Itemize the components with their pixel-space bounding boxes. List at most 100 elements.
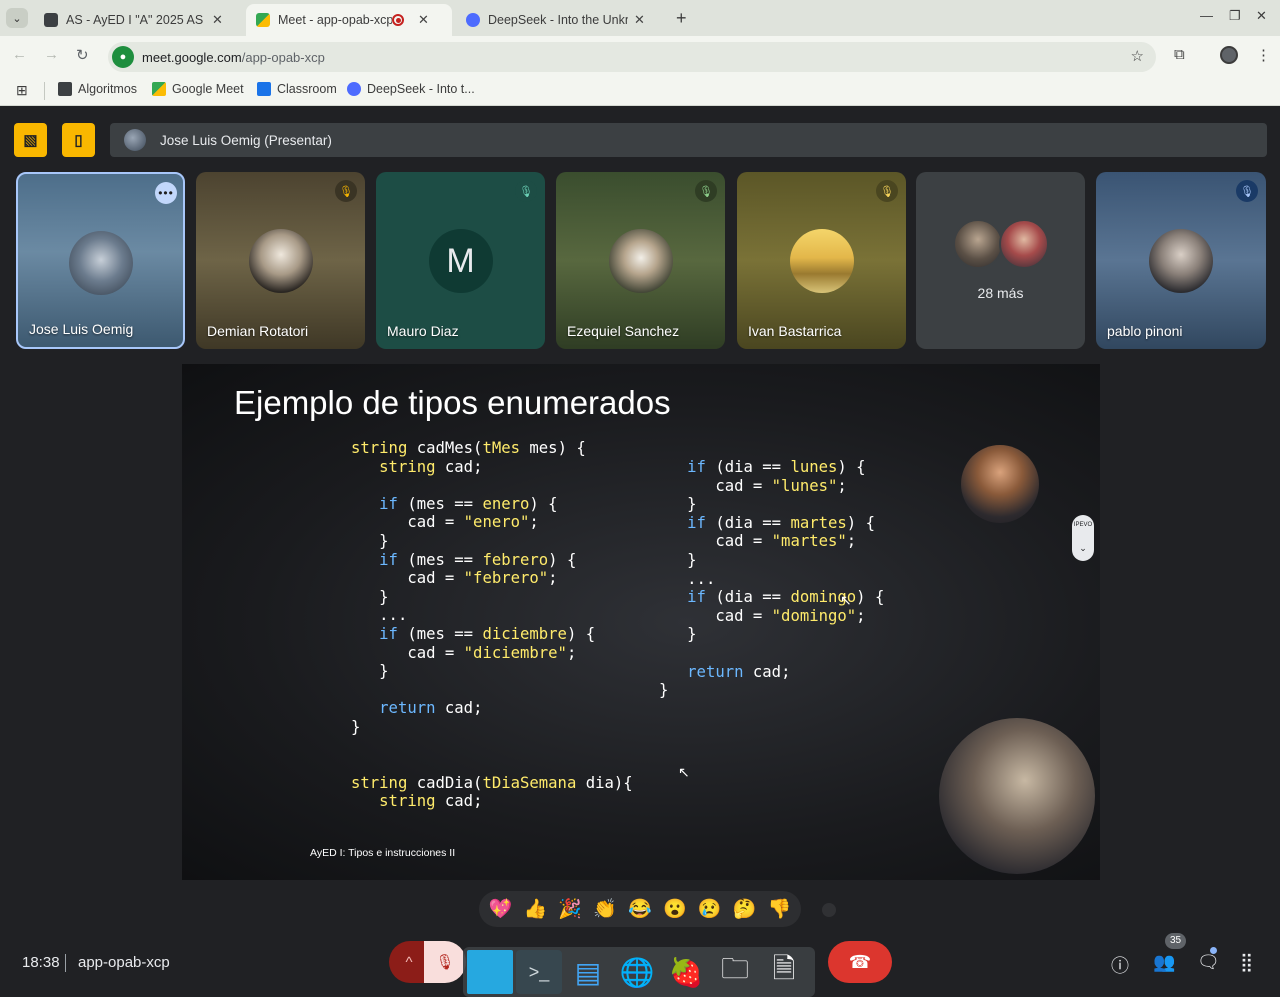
leave-call-button[interactable]: ☎ [828,941,892,983]
stop-presenting-button[interactable]: ▧ [14,123,47,157]
presentation-bar[interactable]: Jose Luis Oemig (Presentar) [110,123,1267,157]
audio-options-button[interactable]: ^ [389,941,429,983]
bookmark-deepseek[interactable]: DeepSeek - Into t... [347,82,475,96]
tab-meet[interactable]: Meet - app-opab-xcp ✕ [246,4,452,36]
reaction-heart[interactable]: 💖 [484,897,516,921]
participant-name: Ivan Bastarrica [748,323,842,339]
participant-name: Ezequiel Sanchez [567,323,680,339]
meet-icon [152,82,166,96]
people-icon[interactable]: 👥 [1153,952,1175,973]
meeting-code: app-opab-xcp [78,954,170,971]
desktop-app-icon[interactable] [467,950,513,994]
bookmarks-bar: ⊞ Algoritmos Google Meet Classroom DeepS… [0,76,1280,106]
bookmark-star-icon[interactable]: ☆ [1131,47,1144,65]
divider [65,954,66,972]
forward-icon[interactable]: → [44,46,59,63]
microphone-icon[interactable]: ● [112,46,134,68]
avatar [608,229,673,293]
shared-screen: Ejemplo de tipos enumerados string cadMe… [182,364,1100,880]
url-text: meet.google.com/app-opab-xcp [142,50,325,65]
tab-search-button[interactable]: ⌄ [6,8,28,28]
tab-classroom[interactable]: AS - AyED I "A" 2025 AS - Al ✕ [34,4,244,36]
close-icon[interactable]: ✕ [212,12,223,28]
reaction-thumbs-up[interactable]: 👍 [519,897,551,921]
presenter-avatar [124,129,146,151]
avatar [953,219,1003,269]
strawberry-app-icon[interactable]: 🍓 [663,950,709,994]
reaction-thinking[interactable]: 🤔 [729,897,761,921]
activities-grid-icon[interactable]: ⣿ [1240,952,1253,973]
reaction-thumbs-down[interactable]: 👎 [763,897,795,921]
presenting-label: Jose Luis Oemig (Presentar) [160,132,332,148]
participant-tile[interactable]: 🎙 pablo pinoni [1096,172,1266,349]
apps-grid-icon[interactable]: ⊞ [16,82,28,99]
new-tab-button[interactable]: + [676,8,687,29]
reaction-party[interactable]: 🎉 [554,897,586,921]
avatar [999,219,1049,269]
participant-name: Jose Luis Oemig [29,321,134,337]
chevron-down-icon[interactable]: ⌄ [1079,543,1087,554]
participant-name: Demian Rotatori [207,323,309,339]
slide-title: Ejemplo de tipos enumerados [234,384,671,421]
mic-off-icon: 🎙 [876,180,898,202]
participant-tile[interactable]: 🎙 Ivan Bastarrica [737,172,906,349]
classroom-favicon-icon [44,13,58,27]
participant-name: Mauro Diaz [387,323,459,339]
reactions-bar: 💖 👍 🎉 👏 😂 😮 😢 🤔 👎 [479,891,801,927]
url-path: /app-opab-xcp [241,49,325,65]
participant-tile[interactable]: ••• Jose Luis Oemig [16,172,185,349]
close-window-icon[interactable]: ✕ [1256,8,1267,24]
reaction-surprised[interactable]: 😮 [659,897,691,921]
bookmark-label: Google Meet [172,82,244,96]
address-bar[interactable]: ● meet.google.com/app-opab-xcp ☆ [108,42,1156,72]
reload-icon[interactable]: ↻ [76,46,89,64]
bookmark-classroom[interactable]: Classroom [257,82,337,96]
meeting-time: 18:38 [22,954,60,971]
tab-strip: ⌄ AS - AyED I "A" 2025 AS - Al ✕ Meet - … [0,0,1280,36]
door-icon: ▯ [74,132,83,149]
url-host: meet.google.com [142,49,242,65]
back-icon[interactable]: ← [12,46,27,63]
reaction-clap[interactable]: 👏 [589,897,621,921]
avatar [68,231,133,295]
document-app-icon[interactable]: 🗎 [761,950,807,994]
bookmark-google-meet[interactable]: Google Meet [152,82,244,96]
more-participants-tile[interactable]: 28 más [916,172,1085,349]
network-app-icon[interactable]: 🌐 [614,950,660,994]
close-icon[interactable]: ✕ [418,12,429,28]
reactions-more-icon[interactable] [822,903,836,917]
presenter-webcam-small [961,445,1039,523]
terminal-app-icon[interactable]: >_ [516,950,562,994]
mic-toggle-button[interactable]: 🎙 [424,941,466,983]
ipevo-widget[interactable]: IPEVO ⌄ [1072,515,1094,561]
bookmark-divider [44,82,45,100]
layout-button[interactable]: ▯ [62,123,95,157]
participant-tile[interactable]: 🎙 Demian Rotatori [196,172,365,349]
ipevo-label: IPEVO [1073,522,1093,529]
participant-tile[interactable]: 🎙 M Mauro Diaz [376,172,545,349]
bookmark-icon [58,82,72,96]
folder-app-icon[interactable]: 🗀 [712,950,758,994]
profile-avatar[interactable] [1220,46,1238,64]
reaction-laugh[interactable]: 😂 [624,897,656,921]
bookmark-algoritmos[interactable]: Algoritmos [58,82,137,96]
meeting-info-icon[interactable]: ⓘ [1111,952,1129,978]
chevron-up-icon: ^ [405,953,413,971]
extensions-icon[interactable]: ⧉ [1174,46,1185,63]
avatar [789,229,854,293]
close-icon[interactable]: ✕ [634,12,645,28]
mic-off-icon: 🎙 [1236,180,1258,202]
browser-toolbar: ← → ↻ ● meet.google.com/app-opab-xcp ☆ ⧉… [0,36,1280,76]
more-options-icon[interactable]: ••• [155,182,177,204]
file-cabinet-app-icon[interactable]: ▤ [565,950,611,994]
tab-deepseek[interactable]: DeepSeek - Into the Unkno ✕ [456,4,666,36]
tab-title: DeepSeek - Into the Unkno [488,13,628,27]
mic-off-icon: 🎙 [435,954,455,971]
classroom-icon [257,82,271,96]
minimize-icon[interactable]: — [1200,8,1213,23]
reaction-sad[interactable]: 😢 [694,897,726,921]
menu-kebab-icon[interactable]: ⋮ [1256,46,1271,64]
restore-icon[interactable]: ❐ [1229,8,1241,24]
participant-tile[interactable]: 🎙 Ezequiel Sanchez [556,172,725,349]
chat-icon[interactable]: 🗨 [1197,952,1220,973]
